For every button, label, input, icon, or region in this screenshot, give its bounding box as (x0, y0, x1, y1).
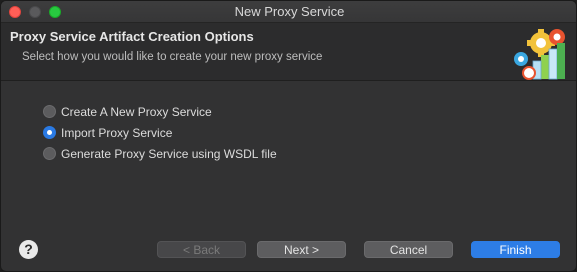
next-button[interactable]: Next > (257, 241, 346, 258)
finish-button[interactable]: Finish (471, 241, 560, 258)
option-import[interactable]: Import Proxy Service (43, 122, 277, 143)
option-label: Create A New Proxy Service (61, 104, 212, 119)
radio-create-new[interactable] (43, 105, 56, 118)
window-title: New Proxy Service (234, 4, 345, 19)
option-generate-wsdl[interactable]: Generate Proxy Service using WSDL file (43, 143, 277, 164)
banner-title: Proxy Service Artifact Creation Options (10, 29, 254, 44)
help-icon[interactable]: ? (19, 240, 38, 259)
option-label: Generate Proxy Service using WSDL file (61, 146, 277, 161)
radio-generate-wsdl[interactable] (43, 147, 56, 160)
creation-options: Create A New Proxy Service Import Proxy … (43, 101, 277, 164)
title-bar[interactable]: New Proxy Service (1, 1, 576, 23)
radio-import[interactable] (43, 126, 56, 139)
wizard-banner: Proxy Service Artifact Creation Options … (1, 23, 576, 81)
option-create-new[interactable]: Create A New Proxy Service (43, 101, 277, 122)
banner-description: Select how you would like to create your… (22, 51, 323, 63)
back-button[interactable]: < Back (157, 241, 246, 258)
dialog-window: New Proxy Service Proxy Service Artifact… (0, 0, 577, 272)
option-label: Import Proxy Service (61, 125, 173, 140)
cancel-button[interactable]: Cancel (364, 241, 453, 258)
wizard-graphic-icon (514, 29, 565, 80)
